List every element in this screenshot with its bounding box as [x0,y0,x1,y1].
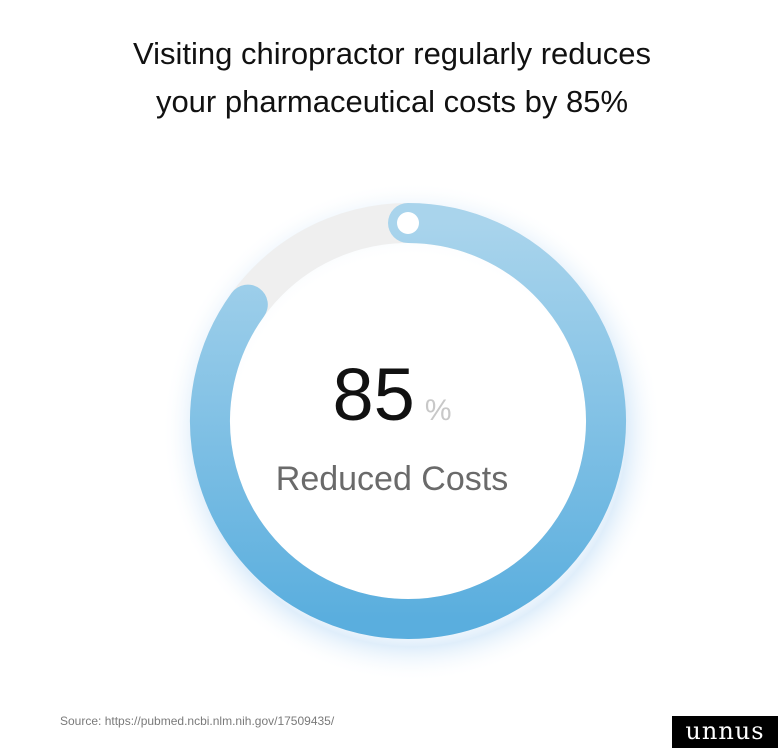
donut-start-marker [397,212,419,234]
donut-value-number: 85 [332,353,415,436]
donut-caption: Reduced Costs [275,460,509,498]
brand-logo: unnus [672,716,778,748]
source-citation: Source: https://pubmed.ncbi.nlm.nih.gov/… [60,714,335,728]
donut-value: 85% [0,352,784,437]
donut-value-unit: % [424,394,452,427]
